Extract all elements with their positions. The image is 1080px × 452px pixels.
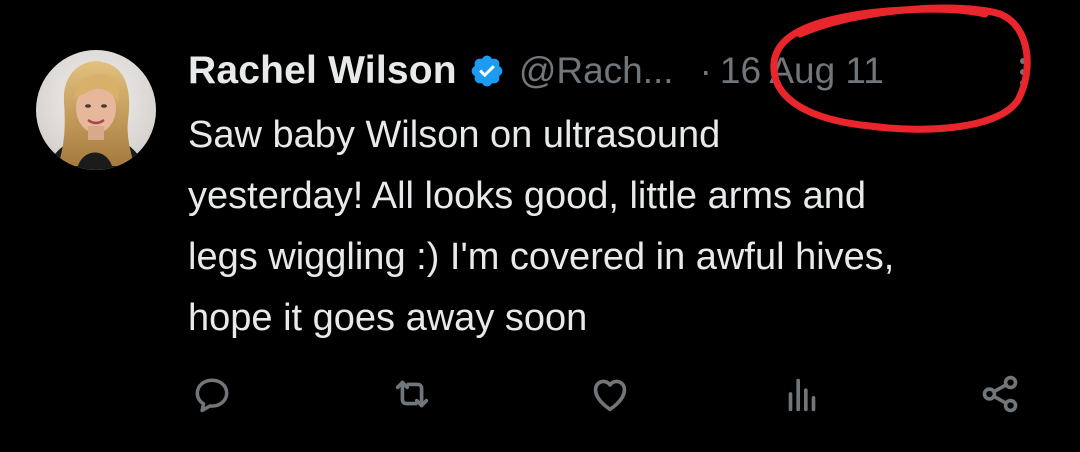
reply-icon bbox=[195, 378, 229, 413]
retweet-button[interactable] bbox=[386, 368, 438, 420]
like-button[interactable] bbox=[584, 368, 636, 420]
avatar[interactable] bbox=[36, 50, 156, 170]
views-icon bbox=[788, 378, 816, 412]
like-icon bbox=[593, 379, 627, 412]
views-button[interactable] bbox=[776, 368, 828, 420]
reply-button[interactable] bbox=[186, 368, 238, 420]
profile-photo-icon bbox=[36, 50, 156, 170]
tweet-header: Rachel Wilson @Rach... · 16 Aug 11 bbox=[188, 46, 1068, 96]
tweet[interactable]: Rachel Wilson @Rach... · 16 Aug 11 Saw b… bbox=[0, 0, 1080, 452]
retweet-icon bbox=[395, 380, 429, 408]
user-handle[interactable]: @Rach... bbox=[519, 50, 674, 92]
tweet-text: Saw baby Wilson on ultrasound yesterday!… bbox=[188, 105, 1048, 349]
header-separator: · bbox=[699, 50, 712, 91]
tweet-text-line: legs wiggling :) I'm covered in awful hi… bbox=[188, 236, 895, 278]
tweet-text-line: yesterday! All looks good, little arms a… bbox=[188, 175, 867, 217]
share-button[interactable] bbox=[974, 368, 1026, 420]
verified-badge-icon[interactable] bbox=[469, 53, 505, 89]
action-bar bbox=[0, 368, 1080, 420]
share-icon bbox=[982, 375, 1018, 413]
tweet-date[interactable]: 16 Aug 11 bbox=[720, 50, 884, 92]
display-name[interactable]: Rachel Wilson bbox=[188, 49, 457, 93]
more-options-icon[interactable] bbox=[1018, 58, 1028, 92]
tweet-text-line: hope it goes away soon bbox=[188, 297, 588, 339]
tweet-text-line: Saw baby Wilson on ultrasound bbox=[188, 114, 721, 156]
